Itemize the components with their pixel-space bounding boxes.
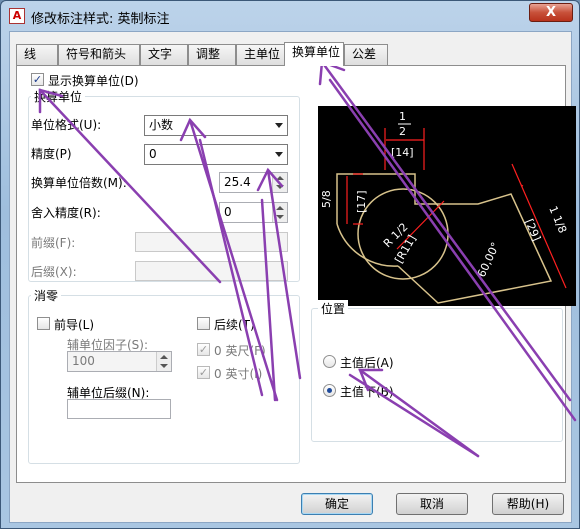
inches-label: 0 英寸(I): [214, 367, 263, 381]
tab-text[interactable]: 文字: [140, 44, 188, 65]
placement-title: 位置: [318, 300, 349, 317]
cancel-button[interactable]: 取消: [396, 493, 468, 515]
leading-label: 前导(L): [54, 318, 95, 332]
tab-alternate-units[interactable]: 换算单位: [284, 42, 344, 66]
top-denominator: 2: [399, 125, 406, 138]
arrow-down-icon: [160, 364, 168, 368]
left-alt-value: [17]: [355, 190, 368, 213]
arrow-down-icon: [276, 185, 284, 189]
preview-pane: 1 2 [14] 5/8 [17] R 1/2 [R11] 60,00° 1 1…: [318, 106, 576, 306]
inches-checkbox[interactable]: ✓: [197, 366, 210, 379]
arrow-up-icon: [160, 355, 168, 359]
zero-suppression-title: 消零: [31, 287, 62, 304]
below-primary-label: 主值下(B): [340, 385, 394, 399]
prefix-label: 前缀(F):: [31, 236, 76, 250]
roundoff-value: 0: [224, 205, 232, 219]
top-alt-value: [14]: [391, 146, 414, 159]
precision-label: 精度(P): [31, 147, 72, 161]
tab-tolerances[interactable]: 公差: [344, 44, 388, 65]
tab-primary-units[interactable]: 主单位: [236, 44, 286, 65]
after-primary-label: 主值后(A): [340, 356, 394, 370]
alternate-units-page: ✓ 显示换算单位(D) 换算单位 单位格式(U): 小数 精度(P) 0 换算单…: [16, 65, 576, 483]
top-numerator: 1: [399, 110, 406, 123]
display-alt-units-checkbox[interactable]: ✓: [31, 73, 44, 86]
sub-factor-value: 100: [72, 354, 95, 368]
suffix-label: 后缀(X):: [31, 265, 77, 279]
sub-suffix-input[interactable]: [67, 399, 171, 419]
feet-label: 0 英尺(F): [214, 344, 266, 358]
display-alt-units-label: 显示换算单位(D): [48, 74, 139, 88]
unit-format-value: 小数: [149, 118, 174, 132]
below-primary-radio[interactable]: [323, 384, 336, 397]
after-primary-radio[interactable]: [323, 355, 336, 368]
dialog-window: A 修改标注样式: 英制标注 X 线 符号和箭头 文字 调整 主单位 换算单位 …: [0, 0, 580, 529]
autocad-icon: A: [9, 8, 25, 24]
spinner-buttons[interactable]: [272, 173, 287, 192]
precision-select[interactable]: 0: [144, 144, 288, 165]
multiplier-spinner[interactable]: 25.4: [219, 172, 288, 193]
ok-button[interactable]: 确定: [301, 493, 373, 515]
left-dim-value: 5/8: [320, 190, 333, 208]
roundoff-spinner[interactable]: 0: [219, 202, 288, 223]
alt-units-group-title: 换算单位: [31, 88, 86, 105]
sub-factor-spinner[interactable]: 100: [67, 351, 172, 372]
feet-checkbox[interactable]: ✓: [197, 343, 210, 356]
unit-format-label: 单位格式(U):: [31, 118, 102, 132]
tab-fit[interactable]: 调整: [188, 44, 236, 65]
trailing-checkbox[interactable]: [197, 317, 210, 330]
precision-value: 0: [149, 147, 157, 161]
placement-group: [311, 308, 563, 442]
help-button[interactable]: 帮助(H): [492, 493, 564, 515]
angle-value: 60,00°: [475, 240, 502, 279]
multiplier-label: 换算单位倍数(M):: [31, 176, 127, 190]
roundoff-label: 舍入精度(R):: [31, 206, 101, 220]
arrow-down-icon: [276, 215, 284, 219]
dimension-preview-drawing: 1 2 [14] 5/8 [17] R 1/2 [R11] 60,00° 1 1…: [320, 110, 569, 304]
suffix-input[interactable]: [135, 261, 288, 281]
spinner-buttons[interactable]: [272, 203, 287, 222]
trailing-label: 后续(T): [214, 318, 255, 332]
right-dim-value: 1 1/8: [546, 204, 569, 235]
title-bar[interactable]: A 修改标注样式: 英制标注 X: [1, 1, 579, 31]
right-alt-value: [29]: [522, 217, 543, 243]
leading-checkbox[interactable]: [37, 317, 50, 330]
multiplier-value: 25.4: [224, 175, 251, 189]
arrow-up-icon: [276, 206, 284, 210]
unit-format-select[interactable]: 小数: [144, 115, 288, 136]
dialog-client: 线 符号和箭头 文字 调整 主单位 换算单位 公差 ✓ 显示换算单位(D) 换算…: [9, 31, 576, 523]
chevron-down-icon: [275, 123, 283, 128]
tab-symbols-arrows[interactable]: 符号和箭头: [58, 44, 140, 65]
arrow-up-icon: [276, 176, 284, 180]
spinner-buttons[interactable]: [156, 352, 171, 371]
prefix-input[interactable]: [135, 232, 288, 252]
close-button[interactable]: X: [529, 3, 573, 22]
window-title: 修改标注样式: 英制标注: [31, 12, 170, 27]
tab-lines[interactable]: 线: [16, 44, 58, 65]
chevron-down-icon: [275, 152, 283, 157]
